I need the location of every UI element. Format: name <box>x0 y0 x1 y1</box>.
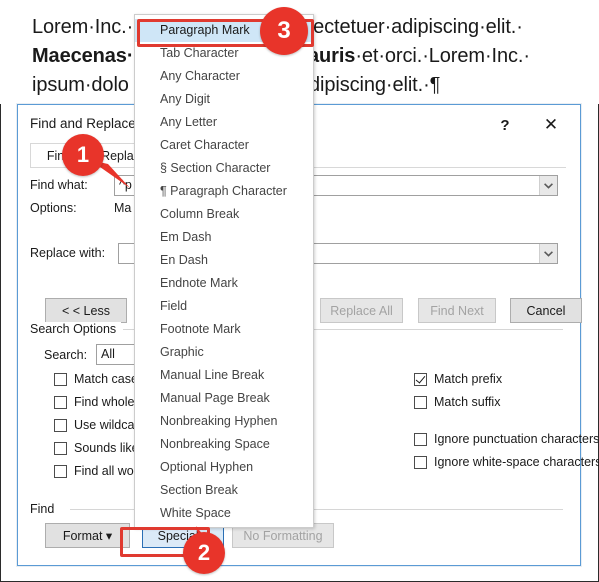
checkbox-box[interactable] <box>54 464 67 478</box>
options-value: Ma <box>114 201 132 215</box>
help-icon[interactable]: ? <box>488 111 522 139</box>
find-group-label: Find <box>30 502 60 516</box>
menu-item-em-dash[interactable]: Em Dash <box>135 226 313 249</box>
replace-all-button[interactable]: Replace All <box>320 298 403 323</box>
checkbox-label: Ignore punctuation characters <box>434 432 599 446</box>
checkbox-match-prefix[interactable]: Match prefix <box>414 372 502 386</box>
menu-item-caret-character[interactable]: Caret Character <box>135 134 313 157</box>
checkbox-box[interactable] <box>414 432 427 446</box>
checkbox-box[interactable] <box>414 395 427 409</box>
dialog-title: Find and Replace <box>30 116 136 131</box>
checkbox-box[interactable] <box>414 372 427 386</box>
menu-item-manual-page-break[interactable]: Manual Page Break <box>135 387 313 410</box>
checkbox-ignore-whitespace[interactable]: Ignore white-space characters <box>414 455 599 469</box>
search-label: Search: <box>44 348 88 362</box>
checkbox-match-suffix[interactable]: Match suffix <box>414 395 500 409</box>
less-button[interactable]: < < Less <box>45 298 127 323</box>
menu-item-nonbreaking-space[interactable]: Nonbreaking Space <box>135 433 313 456</box>
special-dropdown-menu: Paragraph Mark Tab Character Any Charact… <box>134 14 314 528</box>
checkbox-ignore-punctuation[interactable]: Ignore punctuation characters <box>414 432 599 446</box>
menu-item-paragraph-character[interactable]: ¶ Paragraph Character <box>135 180 313 203</box>
options-label: Options: <box>30 201 77 215</box>
close-icon[interactable]: ✕ <box>534 111 568 139</box>
callout-badge-2: 2 <box>183 532 225 574</box>
menu-item-footnote-mark[interactable]: Footnote Mark <box>135 318 313 341</box>
checkbox-box[interactable] <box>414 455 427 469</box>
checkbox-box[interactable] <box>54 372 67 386</box>
checkbox-label: Match prefix <box>434 372 503 386</box>
menu-item-en-dash[interactable]: En Dash <box>135 249 313 272</box>
menu-item-optional-hyphen[interactable]: Optional Hyphen <box>135 456 313 479</box>
search-scope-value: All <box>101 347 115 361</box>
menu-item-nonbreaking-hyphen[interactable]: Nonbreaking Hyphen <box>135 410 313 433</box>
checkbox-match-case[interactable]: Match case <box>54 372 138 386</box>
document-line-2-right: ·et·orci.·Lorem·Inc.· <box>355 45 530 67</box>
format-button[interactable]: Format ▾ <box>45 523 130 548</box>
menu-item-any-digit[interactable]: Any Digit <box>135 88 313 111</box>
checkbox-use-wildcards[interactable]: Use wildcard <box>54 418 146 432</box>
chevron-down-icon[interactable] <box>539 176 557 195</box>
document-line-1-left: Lorem·Inc.· <box>32 16 134 38</box>
menu-item-graphic[interactable]: Graphic <box>135 341 313 364</box>
checkbox-label: Match case <box>74 372 138 386</box>
menu-item-endnote-mark[interactable]: Endnote Mark <box>135 272 313 295</box>
checkbox-label: Ignore white-space characters <box>434 455 599 469</box>
checkbox-box[interactable] <box>54 418 67 432</box>
menu-item-section-character[interactable]: § Section Character <box>135 157 313 180</box>
checkbox-find-all-word-forms[interactable]: Find all word <box>54 464 145 478</box>
find-next-button[interactable]: Find Next <box>418 298 496 323</box>
checkbox-label: Match suffix <box>434 395 501 409</box>
checkbox-sounds-like[interactable]: Sounds like ( <box>54 441 146 455</box>
checkbox-box[interactable] <box>54 395 67 409</box>
callout-badge-1: 1 <box>62 134 104 176</box>
menu-item-any-character[interactable]: Any Character <box>135 65 313 88</box>
chevron-down-icon[interactable] <box>539 244 557 263</box>
document-line-2-left: Maecenas· <box>32 45 134 67</box>
menu-item-manual-line-break[interactable]: Manual Line Break <box>135 364 313 387</box>
callout-badge-3: 3 <box>260 7 308 55</box>
checkbox-find-whole-words[interactable]: Find whole w <box>54 395 147 409</box>
document-line-1-right: onsectetuer·adipiscing·elit.· <box>281 16 523 38</box>
search-options-group-label: Search Options <box>30 322 122 336</box>
replace-with-label: Replace with: <box>30 246 106 260</box>
menu-item-field[interactable]: Field <box>135 295 313 318</box>
cancel-button[interactable]: Cancel <box>510 298 582 323</box>
checkbox-box[interactable] <box>54 441 67 455</box>
menu-item-section-break[interactable]: Section Break <box>135 479 313 502</box>
document-line-3-left: ipsum·dolo <box>32 74 129 96</box>
menu-item-column-break[interactable]: Column Break <box>135 203 313 226</box>
menu-item-any-letter[interactable]: Any Letter <box>135 111 313 134</box>
